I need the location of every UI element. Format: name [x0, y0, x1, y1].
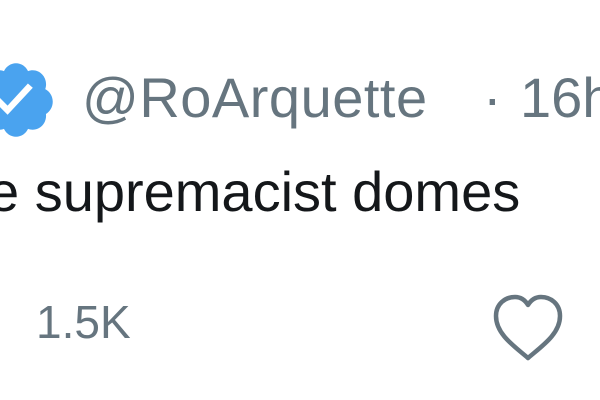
user-handle[interactable]: @RoArquette: [82, 68, 428, 128]
verified-badge-icon: [0, 63, 53, 137]
tweet-timestamp[interactable]: 16h: [520, 68, 600, 128]
tweet-text: e supremacist domes: [0, 160, 521, 223]
heart-icon[interactable]: [488, 290, 568, 366]
handle-time-separator: ·: [483, 66, 502, 129]
reply-count[interactable]: 1.5K: [36, 295, 131, 349]
